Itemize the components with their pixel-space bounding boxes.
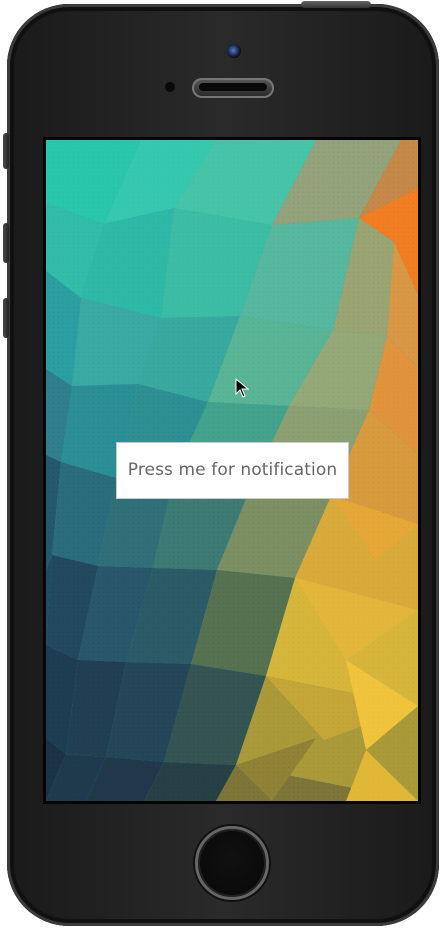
phone-frame: Press me for notification — [3, 1, 439, 926]
front-camera-icon — [227, 44, 241, 58]
volume-up-button[interactable] — [3, 223, 9, 263]
volume-down-button[interactable] — [3, 298, 9, 338]
mouse-cursor-icon — [235, 378, 249, 398]
earpiece-speaker-icon — [192, 78, 274, 98]
proximity-sensor — [165, 82, 175, 92]
top-power-button[interactable] — [301, 1, 371, 8]
mute-switch[interactable] — [3, 133, 9, 169]
home-button[interactable] — [195, 826, 269, 900]
notification-button[interactable]: Press me for notification — [116, 442, 349, 499]
